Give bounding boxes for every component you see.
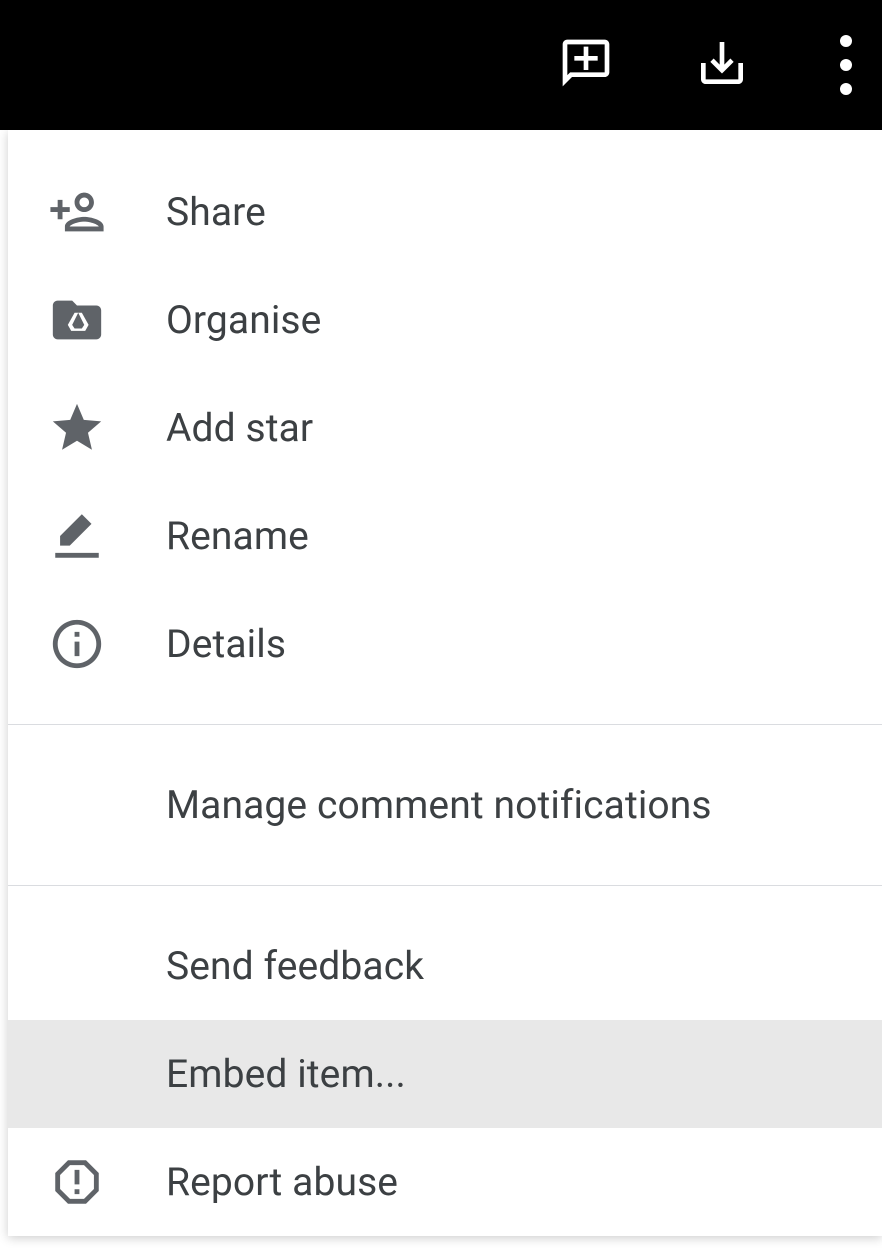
menu-divider <box>8 885 882 886</box>
menu-item-manage-comments[interactable]: Manage comment notifications <box>8 751 882 859</box>
star-icon <box>48 399 106 457</box>
menu-item-share[interactable]: Share <box>8 158 882 266</box>
menu-item-add-star[interactable]: Add star <box>8 374 882 482</box>
menu-label: Embed item... <box>166 1051 406 1097</box>
no-icon <box>48 1045 106 1103</box>
person-add-icon <box>48 183 106 241</box>
menu-item-details[interactable]: Details <box>8 590 882 698</box>
report-icon <box>48 1153 106 1211</box>
add-comment-icon[interactable] <box>558 35 614 95</box>
no-icon <box>48 937 106 995</box>
menu-item-rename[interactable]: Rename <box>8 482 882 590</box>
info-icon <box>48 615 106 673</box>
menu-label: Report abuse <box>166 1159 398 1205</box>
menu-label: Add star <box>166 405 313 451</box>
menu-label: Manage comment notifications <box>166 782 712 828</box>
no-icon <box>48 776 106 834</box>
drive-folder-icon <box>48 291 106 349</box>
menu-label: Details <box>166 621 286 667</box>
more-icon[interactable] <box>830 25 862 105</box>
menu-divider <box>8 724 882 725</box>
menu-item-send-feedback[interactable]: Send feedback <box>8 912 882 1020</box>
menu-label: Organise <box>166 297 321 343</box>
toolbar <box>0 0 882 130</box>
dropdown-menu: Share Organise Add star Rename Details M… <box>8 130 882 1236</box>
menu-item-organise[interactable]: Organise <box>8 266 882 374</box>
menu-label: Rename <box>166 513 309 559</box>
download-icon[interactable] <box>694 35 750 95</box>
menu-label: Share <box>166 189 266 235</box>
menu-item-report-abuse[interactable]: Report abuse <box>8 1128 882 1236</box>
pencil-icon <box>48 507 106 565</box>
menu-item-embed-item[interactable]: Embed item... <box>8 1020 882 1128</box>
menu-label: Send feedback <box>166 943 424 989</box>
